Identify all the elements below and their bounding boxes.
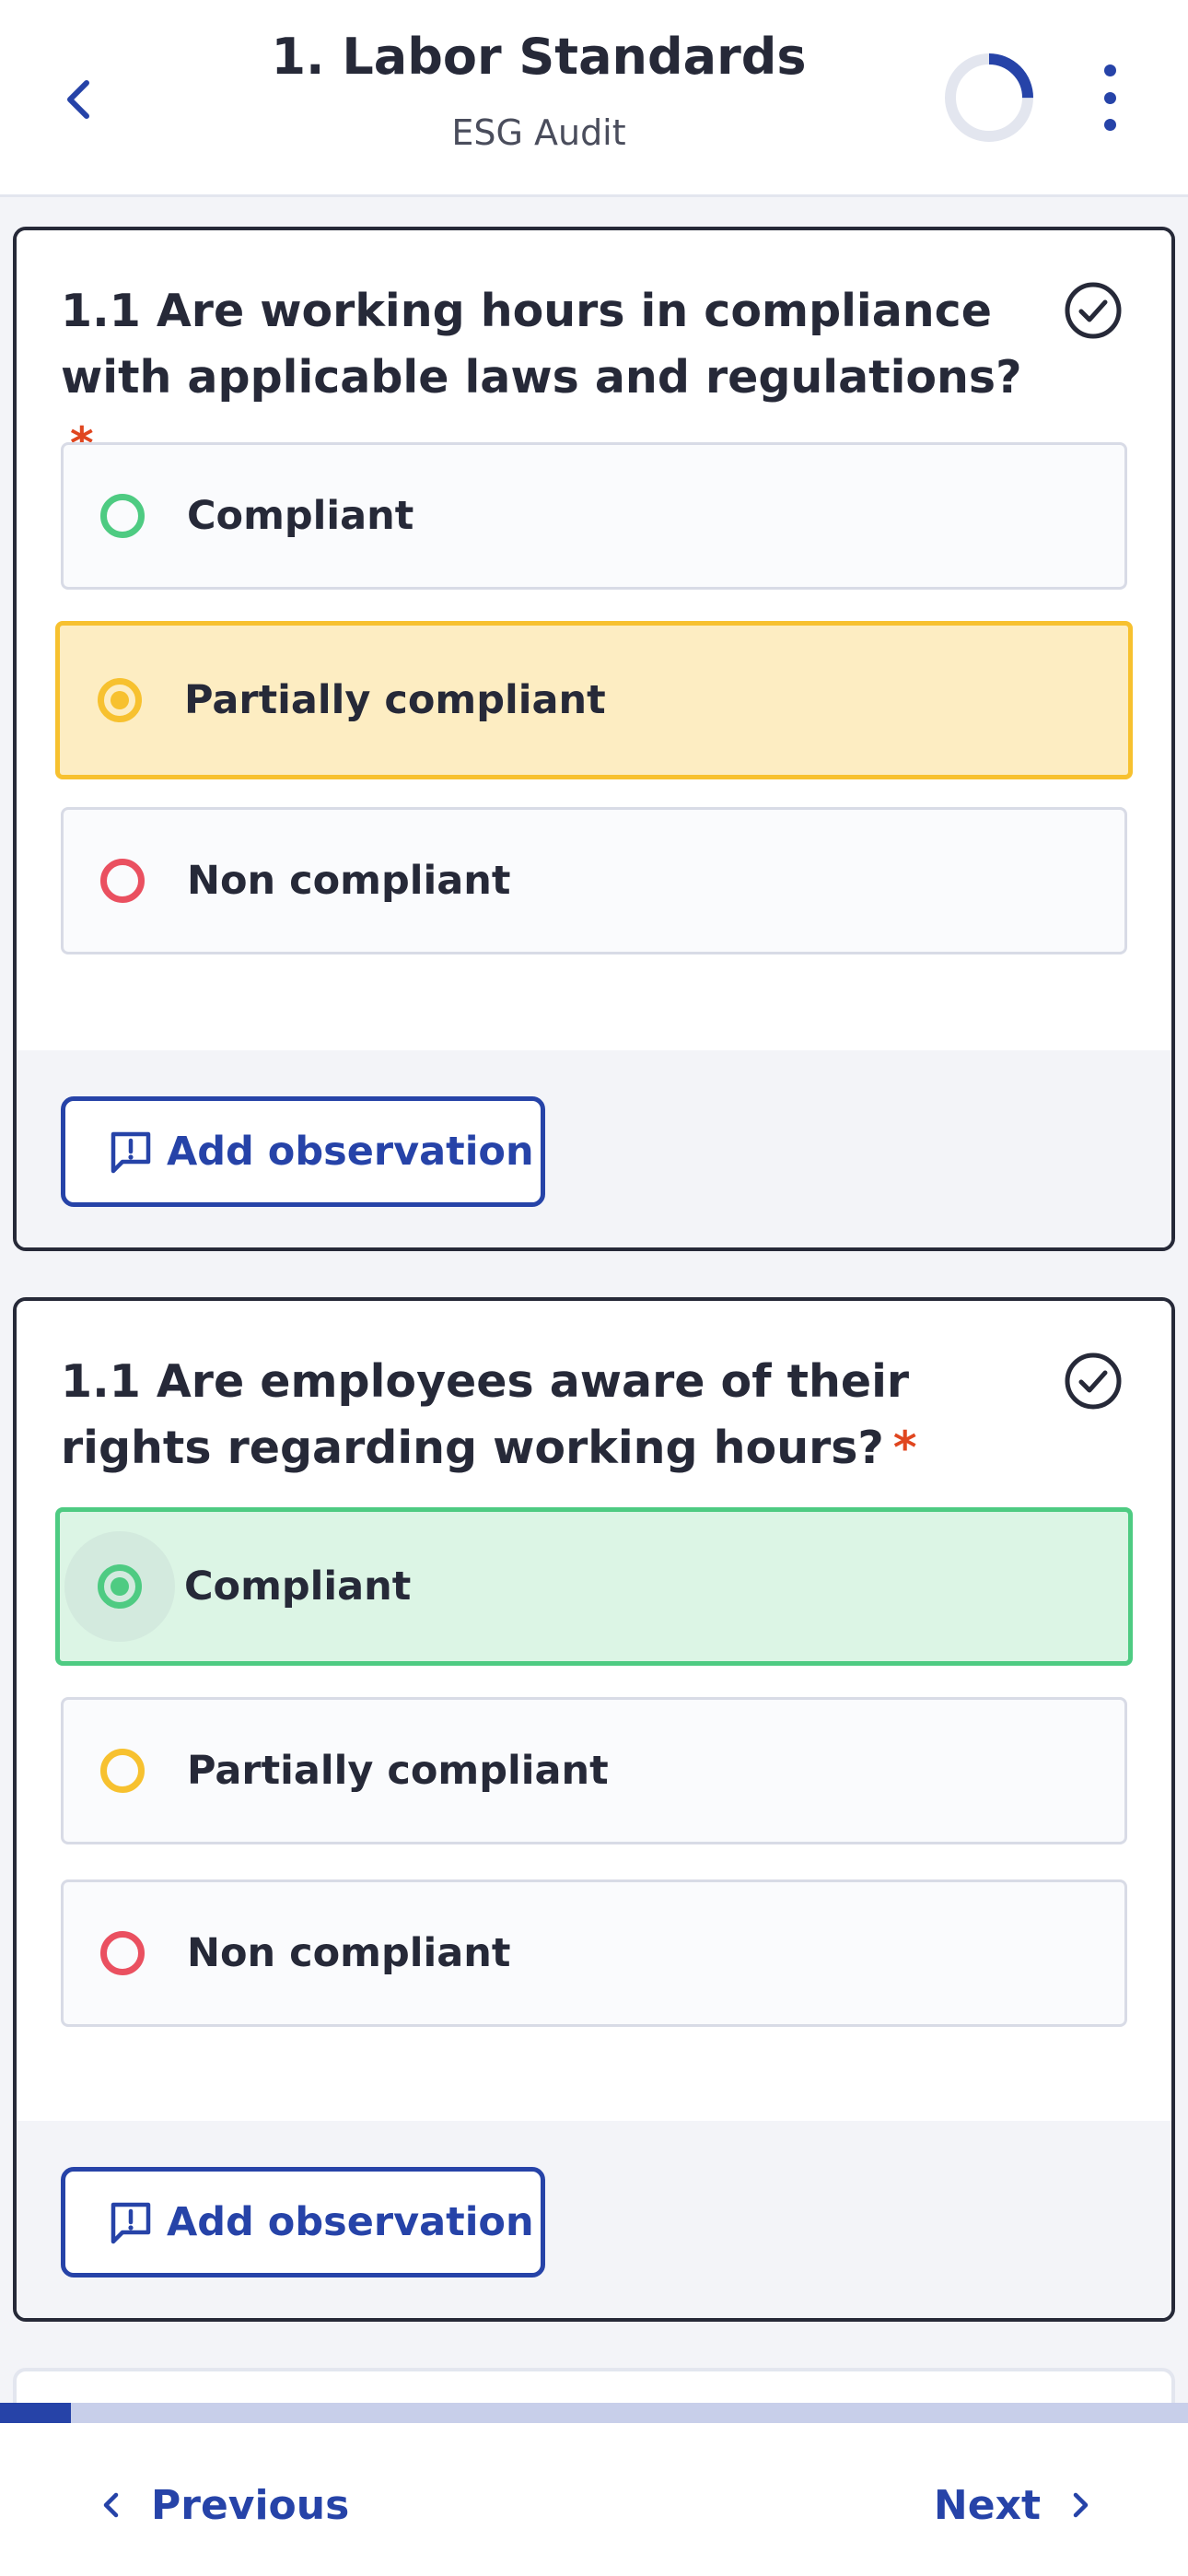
page-subtitle: ESG Audit — [451, 112, 626, 153]
question-text: 1.1 Are employees aware of their rights … — [61, 1349, 1028, 1481]
chevron-right-icon — [1073, 2492, 1089, 2518]
check-circle-icon — [1065, 1352, 1122, 1410]
more-options-button[interactable] — [1087, 64, 1133, 131]
option-label: Partially compliant — [184, 677, 606, 723]
radio-compliant[interactable] — [100, 494, 145, 538]
option-label: Compliant — [187, 493, 414, 539]
more-dot — [1103, 119, 1116, 131]
add-observation-button[interactable]: Add observation — [61, 1096, 545, 1207]
option-partially-compliant[interactable]: Partially compliant — [55, 621, 1133, 779]
option-label: Compliant — [184, 1563, 412, 1610]
top-app-bar: 1. Labor Standards ESG Audit — [0, 0, 1188, 197]
question-label: 1.1 Are working hours in compliance with… — [61, 285, 1022, 404]
option-non-compliant[interactable]: Non compliant — [61, 807, 1127, 954]
check-circle-icon — [1065, 282, 1122, 339]
more-dot — [1103, 91, 1116, 104]
bottom-navigation: Previous Next — [0, 2423, 1188, 2576]
option-compliant[interactable]: Compliant — [61, 442, 1127, 590]
card-footer: Add observation — [17, 1050, 1171, 1247]
section-progress-ring — [945, 53, 1033, 142]
option-non-compliant[interactable]: Non compliant — [61, 1879, 1127, 2027]
option-label: Partially compliant — [187, 1748, 609, 1794]
card-footer: Add observation — [17, 2121, 1171, 2318]
radio-non-compliant[interactable] — [100, 1931, 145, 1975]
question-card: 1.1 Are employees aware of their rights … — [13, 1297, 1175, 2322]
option-compliant[interactable]: Compliant — [55, 1507, 1133, 1666]
option-partially-compliant[interactable]: Partially compliant — [61, 1697, 1127, 1844]
comment-alert-icon — [111, 2202, 151, 2244]
add-observation-label: Add observation — [167, 1129, 534, 1175]
previous-label: Previous — [151, 2481, 350, 2529]
previous-button[interactable]: Previous — [96, 2473, 349, 2537]
question-label: 1.1 Are employees aware of their rights … — [61, 1355, 910, 1474]
option-label: Non compliant — [187, 1930, 511, 1976]
more-dot — [1103, 64, 1116, 76]
question-card: 1.1 Are working hours in compliance with… — [13, 227, 1175, 1251]
radio-non-compliant[interactable] — [100, 859, 145, 903]
next-question-card — [13, 2368, 1175, 2403]
comment-alert-icon — [111, 1131, 151, 1174]
page-progress-fill — [0, 2403, 72, 2423]
radio-compliant[interactable] — [98, 1564, 142, 1609]
page-progress-bar — [0, 2403, 1188, 2423]
next-button[interactable]: Next — [934, 2473, 1096, 2537]
option-label: Non compliant — [187, 858, 511, 904]
add-observation-button[interactable]: Add observation — [61, 2167, 545, 2277]
radio-partially-compliant[interactable] — [100, 1749, 145, 1793]
required-marker: * — [892, 1422, 917, 1474]
chevron-left-icon — [103, 2492, 119, 2518]
next-label: Next — [933, 2481, 1041, 2529]
page-title: 1. Labor Standards — [271, 28, 807, 86]
radio-partially-compliant[interactable] — [98, 678, 142, 722]
questions-list: 1.1 Are working hours in compliance with… — [0, 197, 1188, 2403]
add-observation-label: Add observation — [167, 2199, 534, 2245]
